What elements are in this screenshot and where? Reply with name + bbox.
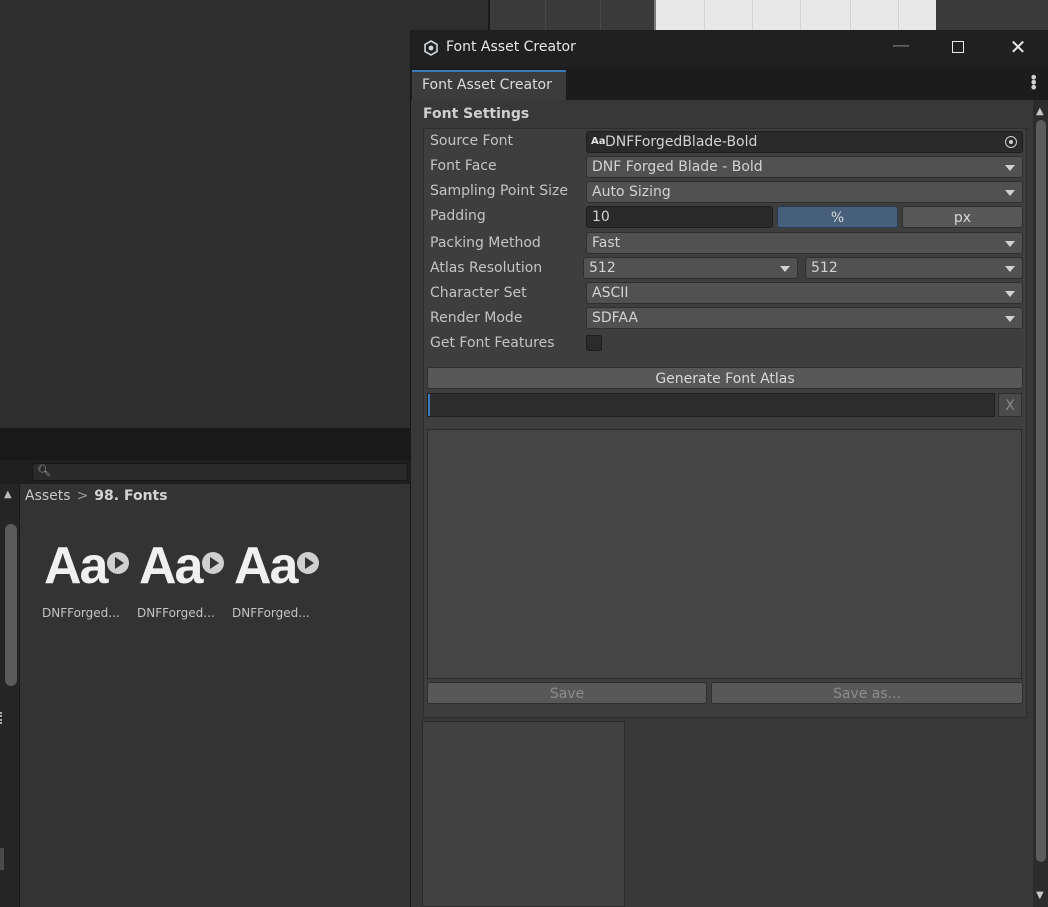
chevron-down-icon xyxy=(1005,241,1015,247)
generation-progress-bar xyxy=(427,393,995,417)
search-icon: 🔍︎ xyxy=(37,464,51,477)
font-asset-glyph: Aa xyxy=(139,537,204,595)
font-asset-item[interactable]: Aa DNFForged... xyxy=(40,532,132,632)
render-mode-value: SDFAA xyxy=(592,310,638,326)
chevron-down-icon xyxy=(780,266,790,272)
tab-font-asset-creator[interactable]: Font Asset Creator xyxy=(412,70,566,100)
breadcrumb-separator: > xyxy=(76,488,89,504)
character-set-dropdown[interactable]: ASCII xyxy=(586,282,1023,304)
unity-gear-icon xyxy=(424,40,438,56)
font-asset-name: DNFForged... xyxy=(42,606,120,620)
save-button[interactable]: Save xyxy=(427,682,707,704)
preview-strip xyxy=(654,0,936,30)
chevron-down-icon xyxy=(1005,190,1015,196)
get-font-features-label: Get Font Features xyxy=(430,335,555,351)
render-mode-dropdown[interactable]: SDFAA xyxy=(586,307,1023,329)
folder-tree-scrollbar[interactable] xyxy=(5,524,17,686)
panel-divider xyxy=(0,428,410,460)
generate-font-atlas-button[interactable]: Generate Font Atlas xyxy=(427,367,1023,389)
breadcrumb-root[interactable]: Assets xyxy=(25,488,71,504)
packing-method-dropdown[interactable]: Fast xyxy=(586,232,1023,254)
atlas-width-dropdown[interactable]: 512 xyxy=(583,257,798,279)
tab-bar: Font Asset Creator • • • xyxy=(411,67,1048,100)
cancel-label: X xyxy=(1005,398,1015,414)
project-search-input[interactable]: 🔍︎ xyxy=(32,463,408,481)
chevron-down-icon xyxy=(1005,316,1015,322)
progress-fill xyxy=(428,394,430,416)
render-mode-label: Render Mode xyxy=(430,310,523,326)
scroll-down-icon[interactable]: ▼ xyxy=(1036,890,1044,901)
minimize-icon[interactable]: — xyxy=(891,36,911,56)
padding-value: 10 xyxy=(592,209,610,225)
tree-marker xyxy=(0,848,4,870)
font-asset-item[interactable]: Aa DNFForged... xyxy=(230,532,322,632)
breadcrumb-current[interactable]: 98. Fonts xyxy=(94,488,167,504)
font-settings-box: Source Font Aa DNFForgedBlade-Bold Font … xyxy=(423,128,1027,718)
source-font-field[interactable]: Aa DNFForgedBlade-Bold xyxy=(586,131,1023,153)
more-options-icon[interactable]: • • • xyxy=(1029,70,1038,96)
atlas-resolution-label: Atlas Resolution xyxy=(430,260,543,276)
font-face-label: Font Face xyxy=(430,158,497,174)
window-scrollbar[interactable]: ▲ ▼ xyxy=(1033,100,1048,907)
save-as-label: Save as... xyxy=(832,686,902,702)
get-font-features-checkbox[interactable] xyxy=(586,335,602,351)
atlas-height-dropdown[interactable]: 512 xyxy=(805,257,1023,279)
font-face-dropdown[interactable]: DNF Forged Blade - Bold xyxy=(586,156,1023,178)
packing-method-value: Fast xyxy=(592,235,621,251)
save-as-button[interactable]: Save as... xyxy=(711,682,1023,704)
close-icon[interactable]: ✕ xyxy=(1008,36,1028,58)
font-asset-creator-window: Font Asset Creator — ✕ Font Asset Creato… xyxy=(410,30,1048,907)
resize-handle-icon[interactable] xyxy=(0,712,3,724)
padding-input[interactable]: 10 xyxy=(586,206,773,228)
font-asset-item[interactable]: Aa DNFForged... xyxy=(135,532,227,632)
breadcrumb: Assets >98. Fonts xyxy=(25,488,168,504)
font-asset-icon: Aa xyxy=(591,136,606,147)
window-title: Font Asset Creator xyxy=(446,39,576,55)
font-settings-panel: Font Settings Source Font Aa DNFForgedBl… xyxy=(421,100,1027,718)
font-face-value: DNF Forged Blade - Bold xyxy=(592,159,763,175)
chevron-down-icon xyxy=(1005,291,1015,297)
generate-label: Generate Font Atlas xyxy=(655,371,795,387)
px-label: px xyxy=(953,210,972,226)
font-asset-name: DNFForged... xyxy=(232,606,310,620)
packing-method-label: Packing Method xyxy=(430,235,541,251)
chevron-down-icon xyxy=(1005,266,1015,272)
padding-px-toggle[interactable]: px xyxy=(902,206,1023,228)
maximize-icon[interactable] xyxy=(952,41,964,53)
font-asset-glyph: Aa xyxy=(234,537,299,595)
percent-label: % xyxy=(830,210,845,226)
sampling-point-size-value: Auto Sizing xyxy=(592,184,671,200)
character-set-label: Character Set xyxy=(430,285,527,301)
sampling-point-size-dropdown[interactable]: Auto Sizing xyxy=(586,181,1023,203)
section-title: Font Settings xyxy=(423,106,530,122)
padding-label: Padding xyxy=(430,208,486,224)
output-text-area[interactable] xyxy=(427,429,1022,679)
padding-percent-toggle[interactable]: % xyxy=(777,206,898,228)
atlas-width-value: 512 xyxy=(589,260,616,276)
atlas-preview-area xyxy=(422,721,625,907)
atlas-height-value: 512 xyxy=(811,260,838,276)
scroll-up-icon[interactable]: ▲ xyxy=(4,489,12,500)
character-set-value: ASCII xyxy=(592,285,629,301)
scrollbar-thumb[interactable] xyxy=(1036,120,1046,862)
play-icon[interactable] xyxy=(297,552,319,574)
sampling-point-size-label: Sampling Point Size xyxy=(430,183,568,199)
source-font-label: Source Font xyxy=(430,133,514,149)
save-label: Save xyxy=(549,686,585,702)
play-icon[interactable] xyxy=(107,552,129,574)
source-font-value: DNFForgedBlade-Bold xyxy=(605,134,758,150)
play-icon[interactable] xyxy=(202,552,224,574)
tab-label: Font Asset Creator xyxy=(422,77,552,93)
font-asset-glyph: Aa xyxy=(44,537,109,595)
font-asset-name: DNFForged... xyxy=(137,606,215,620)
chevron-down-icon xyxy=(1005,165,1015,171)
window-titlebar[interactable]: Font Asset Creator — ✕ xyxy=(411,30,1048,67)
cancel-generation-button[interactable]: X xyxy=(998,393,1022,417)
scroll-up-icon[interactable]: ▲ xyxy=(1036,106,1044,117)
object-picker-icon[interactable] xyxy=(1005,136,1017,148)
